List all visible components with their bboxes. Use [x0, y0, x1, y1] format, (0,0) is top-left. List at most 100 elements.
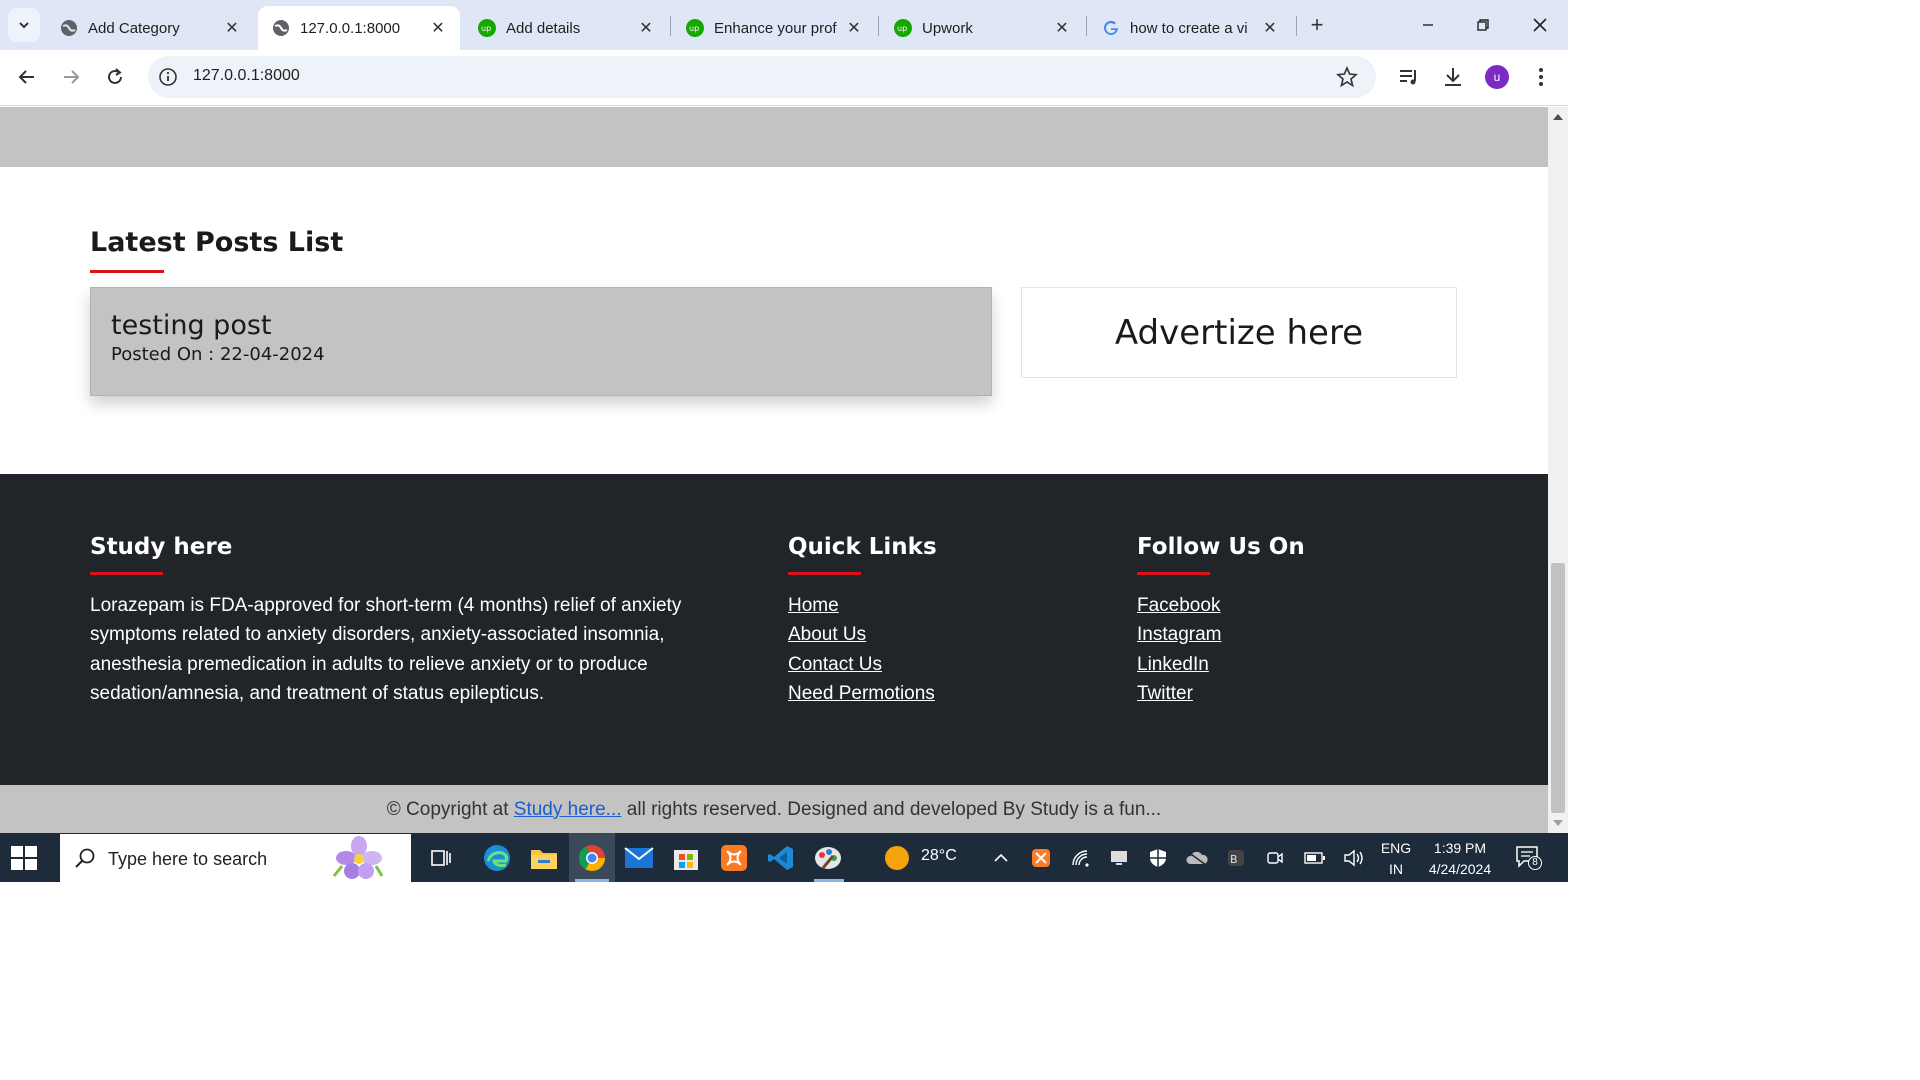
show-hidden-icons-button[interactable] — [986, 843, 1016, 873]
notification-count: 8 — [1528, 856, 1542, 870]
windows-start-icon[interactable] — [10, 845, 38, 871]
store-button[interactable] — [671, 843, 701, 873]
restore-icon — [1477, 19, 1489, 31]
taskbar-search[interactable]: Type here to search — [60, 834, 411, 882]
tab-add-details[interactable]: up Add details ✕ — [464, 6, 668, 50]
site-footer: Study here Lorazepam is FDA-approved for… — [0, 474, 1548, 785]
tab-upwork[interactable]: up Upwork ✕ — [880, 6, 1084, 50]
globe-icon — [60, 19, 78, 37]
cloud-offline-icon — [1186, 851, 1208, 866]
scroll-thumb[interactable] — [1551, 563, 1565, 813]
arrow-right-icon — [64, 70, 80, 84]
footer-link-contact[interactable]: Contact Us — [788, 654, 882, 675]
footer-link-about[interactable]: About Us — [788, 624, 866, 645]
footer-link-facebook[interactable]: Facebook — [1137, 595, 1220, 616]
latest-posts-title: Latest Posts List — [90, 227, 344, 258]
tab-label: Upwork — [922, 19, 973, 37]
footer-link-home[interactable]: Home — [788, 595, 839, 616]
star-icon[interactable] — [1336, 66, 1358, 88]
close-icon[interactable]: ✕ — [222, 18, 242, 38]
tab-add-category[interactable]: Add Category ✕ — [46, 6, 254, 50]
tray-network-button[interactable] — [1066, 843, 1096, 873]
file-explorer-button[interactable] — [529, 843, 559, 873]
url-text[interactable]: 127.0.0.1:8000 — [193, 67, 300, 85]
minimize-button[interactable] — [1415, 12, 1441, 38]
downloads-button[interactable] — [1440, 64, 1466, 90]
post-title[interactable]: testing post — [111, 310, 272, 341]
folder-icon — [531, 850, 557, 869]
search-placeholder[interactable]: Type here to search — [108, 849, 267, 870]
upwork-icon: up — [894, 19, 912, 37]
close-icon[interactable]: ✕ — [844, 18, 864, 38]
title-underline — [788, 572, 861, 575]
footer-link-linkedin[interactable]: LinkedIn — [1137, 654, 1209, 675]
weather-temperature[interactable]: 28°C — [921, 847, 957, 865]
chrome-menu-button[interactable] — [1528, 64, 1554, 90]
mail-button[interactable] — [624, 843, 654, 873]
paint-button[interactable] — [813, 843, 843, 873]
vscode-icon — [768, 846, 793, 870]
battery-icon — [1304, 852, 1325, 864]
page-scrollbar[interactable] — [1548, 107, 1568, 833]
footer-link-promotions[interactable]: Need Permotions — [788, 683, 935, 704]
store-icon — [674, 850, 698, 870]
tray-onedrive-button[interactable] — [1182, 843, 1212, 873]
active-indicator — [575, 879, 609, 882]
tray-meet-button[interactable] — [1260, 843, 1290, 873]
google-icon — [1102, 19, 1120, 37]
copyright-prefix: © Copyright at — [386, 799, 514, 820]
tray-battery-button[interactable] — [1300, 843, 1330, 873]
close-window-button[interactable] — [1527, 12, 1553, 38]
chrome-button[interactable] — [577, 843, 607, 873]
profile-avatar[interactable]: u — [1485, 65, 1509, 89]
tab-localhost[interactable]: 127.0.0.1:8000 ✕ — [258, 6, 460, 50]
clock-time[interactable]: 1:39 PM — [1422, 840, 1498, 856]
arrow-left-icon — [18, 70, 34, 84]
upwork-icon: up — [686, 19, 704, 37]
tab-search-button[interactable] — [8, 8, 40, 42]
close-icon[interactable]: ✕ — [1052, 18, 1072, 38]
chevron-down-icon — [19, 22, 29, 29]
input-language[interactable]: ENG — [1376, 840, 1416, 856]
close-icon[interactable]: ✕ — [636, 18, 656, 38]
tray-app-button[interactable]: B — [1221, 843, 1251, 873]
tab-separator — [670, 16, 671, 36]
paint-icon — [815, 847, 841, 869]
close-icon[interactable]: ✕ — [1260, 18, 1280, 38]
restore-button[interactable] — [1470, 12, 1496, 38]
tray-security-button[interactable] — [1143, 843, 1173, 873]
tab-label: how to create a vi — [1130, 19, 1248, 37]
close-icon[interactable]: ✕ — [428, 18, 448, 38]
post-date: Posted On : 22-04-2024 — [111, 344, 325, 365]
tab-google-search[interactable]: how to create a vi ✕ — [1088, 6, 1292, 50]
media-control-button[interactable] — [1396, 64, 1422, 90]
tray-volume-button[interactable] — [1339, 843, 1369, 873]
weather-icon[interactable] — [884, 845, 910, 871]
copyright-link[interactable]: Study here... — [514, 799, 622, 820]
forward-button[interactable] — [56, 62, 86, 92]
footer-link-instagram[interactable]: Instagram — [1137, 624, 1221, 645]
info-icon[interactable] — [158, 67, 178, 87]
clock-date[interactable]: 4/24/2024 — [1418, 861, 1502, 877]
reload-button[interactable] — [100, 62, 130, 92]
tab-label: 127.0.0.1:8000 — [300, 19, 401, 37]
footer-link-twitter[interactable]: Twitter — [1137, 683, 1193, 704]
post-card[interactable]: testing post Posted On : 22-04-2024 — [90, 287, 992, 396]
edge-button[interactable] — [482, 843, 512, 873]
address-bar[interactable]: 127.0.0.1:8000 — [148, 56, 1376, 98]
tab-enhance-profile[interactable]: up Enhance your prof ✕ — [672, 6, 876, 50]
task-view-button[interactable] — [426, 843, 456, 873]
back-button[interactable] — [12, 62, 42, 92]
playlist-icon — [1400, 70, 1416, 85]
xampp-button[interactable] — [719, 843, 749, 873]
title-underline — [90, 572, 163, 575]
notification-center-button[interactable]: 8 — [1516, 846, 1542, 870]
vscode-button[interactable] — [766, 843, 796, 873]
tray-display-button[interactable] — [1104, 843, 1134, 873]
new-tab-button[interactable]: + — [1304, 12, 1330, 38]
search-icon — [75, 848, 95, 868]
tray-xampp-button[interactable] — [1026, 843, 1056, 873]
input-region[interactable]: IN — [1376, 861, 1416, 877]
scroll-up-arrow[interactable] — [1553, 114, 1563, 120]
scroll-down-arrow[interactable] — [1553, 820, 1563, 826]
